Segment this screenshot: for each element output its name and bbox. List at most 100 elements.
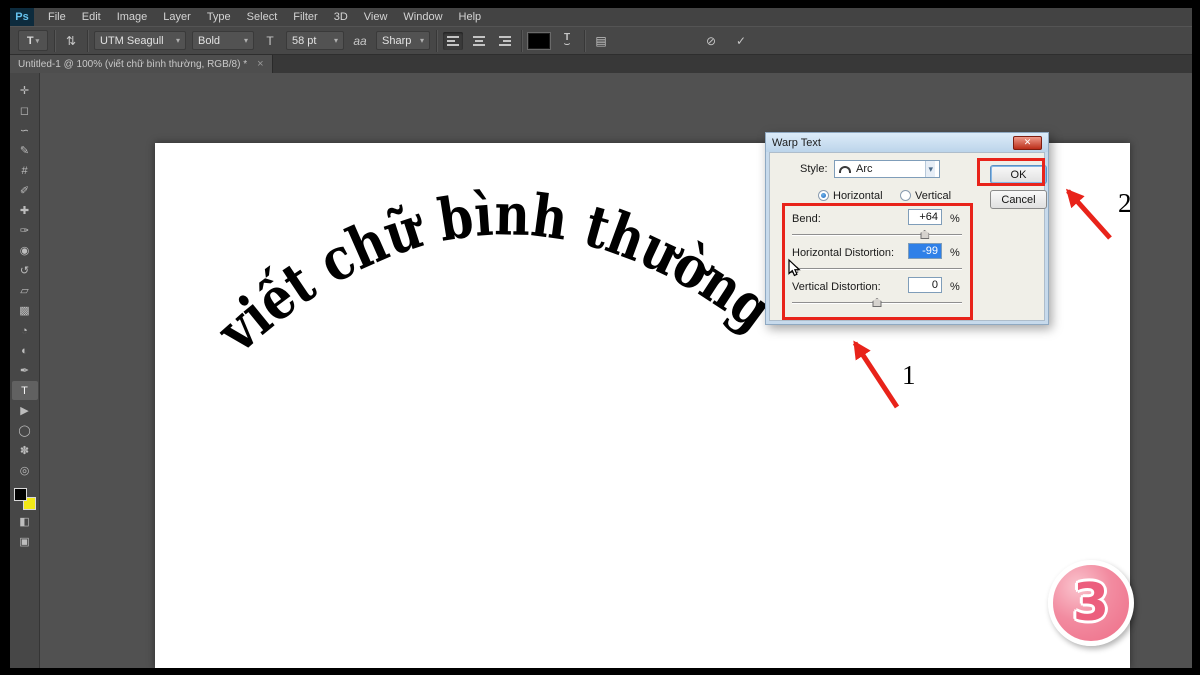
screen-mode-icon: ▣ (19, 535, 29, 548)
close-icon[interactable]: ✕ (1013, 136, 1042, 150)
anti-alias-icon: aa (350, 31, 370, 51)
cancel-icon: ⊘ (706, 34, 716, 48)
tab-bar: Untitled-1 @ 100% (viết chữ bình thường,… (10, 55, 1192, 73)
anti-alias-value: Sharp (382, 35, 411, 47)
healing-brush-tool[interactable]: ✚ (12, 201, 38, 220)
menu-item-view[interactable]: View (356, 8, 396, 26)
font-style-dropdown[interactable]: Bold ▾ (192, 31, 254, 50)
menu-item-edit[interactable]: Edit (74, 8, 109, 26)
chevron-down-icon: ▾ (420, 36, 424, 45)
chevron-down-icon: ▾ (36, 37, 40, 45)
font-family-value: UTM Seagull (100, 35, 164, 47)
font-size-icon: T (260, 31, 280, 51)
menu-item-window[interactable]: Window (395, 8, 450, 26)
warp-text-button[interactable]: T ⌣ (556, 31, 578, 51)
cancel-button[interactable]: Cancel (990, 190, 1047, 209)
menu-item-layer[interactable]: Layer (155, 8, 199, 26)
style-dropdown[interactable]: Arc ▾ (834, 160, 940, 178)
menu-item-type[interactable]: Type (199, 8, 239, 26)
chevron-down-icon: ▾ (244, 36, 248, 45)
align-left-icon (447, 36, 459, 46)
history-brush-tool[interactable]: ↺ (12, 261, 38, 280)
separator (521, 30, 522, 52)
clone-stamp-tool[interactable]: ◉ (12, 241, 38, 260)
move-tool[interactable]: ✛ (12, 81, 38, 100)
step-number-3-badge: 3 (1048, 560, 1134, 646)
horizontal-radio-label: Horizontal (833, 190, 883, 202)
align-right-icon (499, 36, 511, 46)
gradient-tool[interactable]: ▩ (12, 301, 38, 320)
step-number-2: 2 (1118, 188, 1132, 219)
menu-item-file[interactable]: File (40, 8, 74, 26)
quick-selection-tool[interactable]: ✎ (12, 141, 38, 160)
font-size-dropdown[interactable]: 58 pt ▾ (286, 31, 344, 50)
align-left-button[interactable] (443, 32, 463, 50)
font-family-dropdown[interactable]: UTM Seagull ▾ (94, 31, 186, 50)
separator (87, 30, 88, 52)
type-tool[interactable]: T (12, 381, 38, 400)
vertical-radio[interactable] (900, 190, 911, 201)
tab-close-icon[interactable]: × (257, 58, 263, 70)
separator (584, 30, 585, 52)
highlight-box-sliders (782, 203, 973, 320)
brush-tool[interactable]: ✑ (12, 221, 38, 240)
blur-tool[interactable]: ◔ (12, 321, 38, 340)
horizontal-radio[interactable] (818, 190, 829, 201)
separator (436, 30, 437, 52)
text-orientation-icon: ⇅ (66, 34, 76, 48)
checkmark-icon: ✓ (736, 34, 746, 48)
dialog-title: Warp Text (772, 137, 821, 149)
chevron-down-icon: ▾ (176, 36, 180, 45)
cancel-edits-button[interactable]: ⊘ (701, 31, 721, 51)
arc-style-icon (839, 166, 851, 173)
tool-preset-button[interactable]: T ▾ (18, 30, 48, 51)
marquee-tool[interactable]: ◻ (12, 101, 38, 120)
screen-mode-button[interactable]: ▣ (12, 532, 38, 551)
document-tab[interactable]: Untitled-1 @ 100% (viết chữ bình thường,… (10, 55, 273, 73)
lasso-tool[interactable]: ∽ (12, 121, 38, 140)
quick-mask-button[interactable]: ◧ (12, 512, 38, 531)
menu-item-help[interactable]: Help (451, 8, 490, 26)
font-size-value: 58 pt (292, 35, 316, 47)
foreground-color-swatch[interactable] (14, 488, 27, 501)
hand-tool[interactable]: ✽ (12, 441, 38, 460)
highlight-box-ok (977, 158, 1045, 186)
align-right-button[interactable] (495, 32, 515, 50)
align-center-icon (473, 36, 485, 46)
toggle-panels-button[interactable]: ▤ (591, 31, 611, 51)
text-orientation-button[interactable]: ⇅ (61, 31, 81, 51)
step-number-1: 1 (902, 360, 916, 391)
menu-item-select[interactable]: Select (239, 8, 286, 26)
color-swatches[interactable] (13, 487, 37, 511)
align-center-button[interactable] (469, 32, 489, 50)
chevron-down-icon: ▾ (925, 161, 935, 177)
eyedropper-tool[interactable]: ✐ (12, 181, 38, 200)
dodge-tool[interactable]: ◐ (12, 341, 38, 360)
style-value: Arc (856, 163, 873, 175)
document-tab-title: Untitled-1 @ 100% (viết chữ bình thường,… (18, 59, 247, 70)
pen-tool[interactable]: ✒ (12, 361, 38, 380)
style-label: Style: (800, 163, 828, 175)
menu-item-3d[interactable]: 3D (326, 8, 356, 26)
menu-item-image[interactable]: Image (109, 8, 156, 26)
font-style-value: Bold (198, 35, 220, 47)
crop-tool[interactable]: # (12, 161, 38, 180)
menu-item-filter[interactable]: Filter (285, 8, 325, 26)
chevron-down-icon: ▾ (334, 36, 338, 45)
menu-bar: Ps File Edit Image Layer Type Select Fil… (10, 8, 1192, 26)
zoom-tool[interactable]: ◎ (12, 461, 38, 480)
tools-palette: ✛ ◻ ∽ ✎ # ✐ ✚ ✑ ◉ ↺ ▱ ▩ ◔ ◐ ✒ T ▶ ◯ ✽ ◎ … (10, 73, 40, 668)
photoshop-window: Ps File Edit Image Layer Type Select Fil… (10, 8, 1192, 668)
warped-text: viết chữ bình thường (203, 180, 785, 366)
options-bar: T ▾ ⇅ UTM Seagull ▾ Bold ▾ T 58 pt ▾ aa … (10, 26, 1192, 55)
eraser-tool[interactable]: ▱ (12, 281, 38, 300)
shape-tool[interactable]: ◯ (12, 421, 38, 440)
photoshop-logo: Ps (10, 8, 34, 26)
anti-alias-dropdown[interactable]: Sharp ▾ (376, 31, 430, 50)
dialog-titlebar[interactable]: Warp Text ✕ (766, 133, 1048, 152)
separator (54, 30, 55, 52)
vertical-radio-label: Vertical (915, 190, 951, 202)
commit-edits-button[interactable]: ✓ (731, 31, 751, 51)
path-selection-tool[interactable]: ▶ (12, 401, 38, 420)
text-color-swatch[interactable] (528, 33, 550, 49)
